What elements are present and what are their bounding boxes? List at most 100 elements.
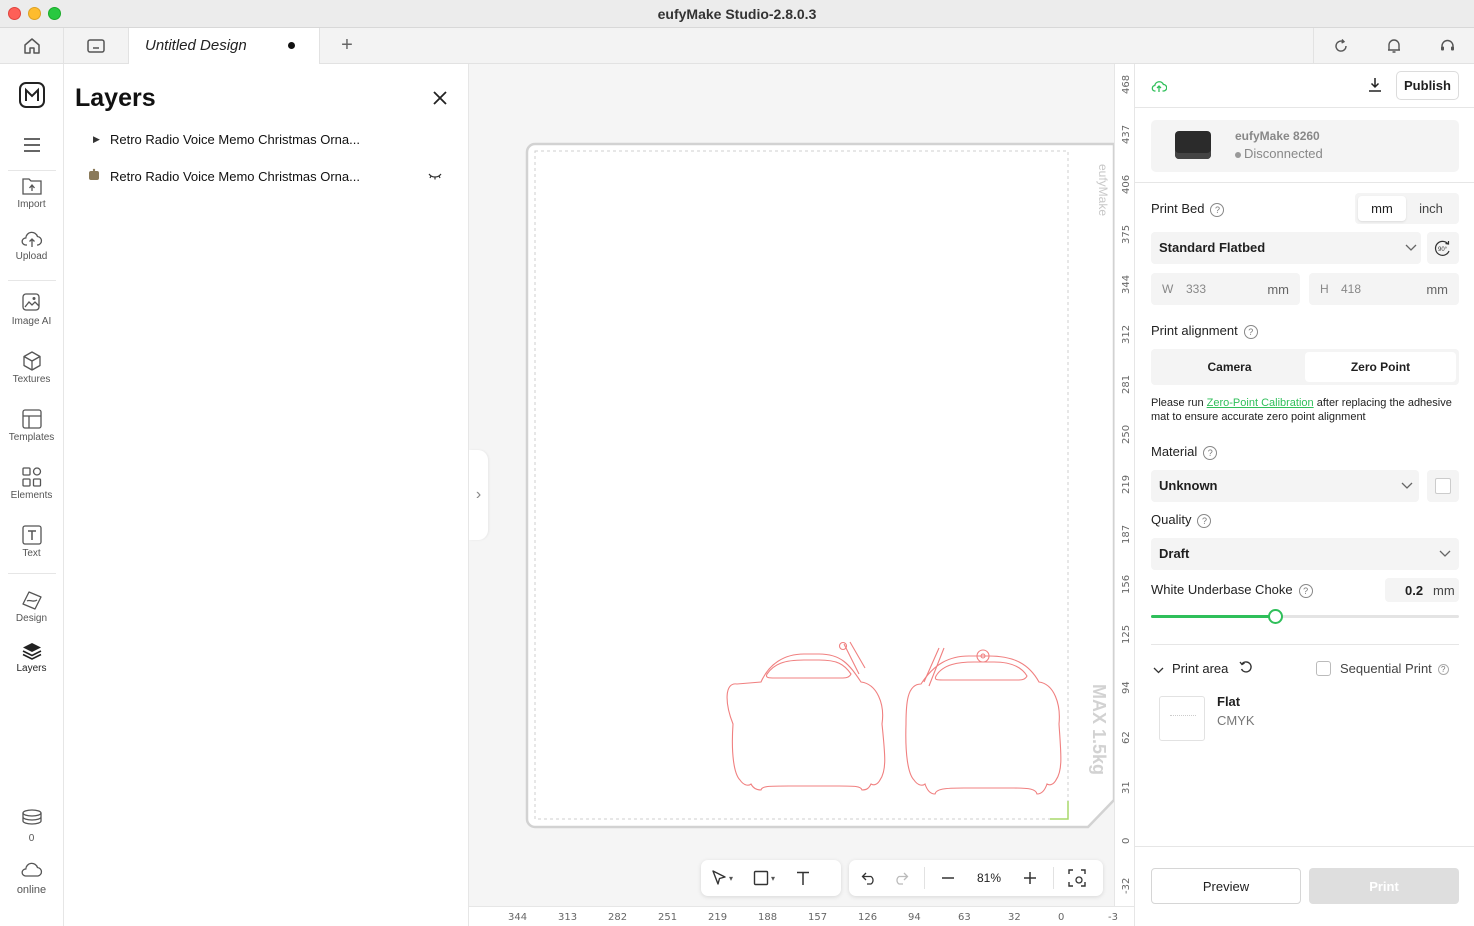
square-icon (753, 870, 769, 886)
publish-button[interactable]: Publish (1396, 71, 1459, 100)
zoom-in-button[interactable] (1014, 862, 1046, 894)
chevron-down-icon[interactable]: ▾ (729, 874, 739, 883)
canvas-area[interactable]: eufyMake MAX 1.5kg ▾ ▾ 81% (469, 64, 1134, 906)
ruler-tick-label: 62 (1121, 731, 1132, 744)
help-icon[interactable]: ? (1243, 324, 1258, 339)
rail-divider (8, 573, 56, 574)
slider-thumb[interactable] (1268, 609, 1284, 624)
ruler-tick-label: 187 (1121, 524, 1132, 544)
print-area-thumbnail[interactable] (1159, 696, 1205, 741)
cloud-sync-button[interactable] (1151, 79, 1168, 96)
app-logo[interactable] (0, 82, 63, 108)
choke-value-field[interactable]: 0.2 mm (1385, 578, 1459, 602)
layer-name: Retro Radio Voice Memo Christmas Orna... (110, 168, 360, 184)
rail-label: Templates (8, 432, 55, 443)
ruler-tick-label: -3 (1108, 912, 1118, 923)
ruler-tick-label: 468 (1121, 74, 1132, 94)
collapse-print-area-button[interactable] (1153, 662, 1164, 677)
bed-height-field[interactable]: H 418 mm (1309, 273, 1459, 305)
printable-area (534, 150, 1069, 820)
text-tool-button[interactable] (787, 862, 819, 894)
help-icon[interactable]: ? (1210, 202, 1225, 217)
support-button[interactable] (1421, 28, 1474, 63)
download-button[interactable] (1367, 77, 1383, 96)
home-button[interactable] (0, 28, 64, 63)
material-color-button[interactable] (1427, 470, 1459, 502)
rail-item-text[interactable]: Text (0, 525, 63, 559)
printer-name: eufyMake 8260 (1235, 129, 1320, 143)
rotate-bed-button[interactable]: 90° (1427, 232, 1459, 264)
choke-slider[interactable] (1151, 609, 1459, 624)
help-icon[interactable]: ? (1197, 513, 1212, 528)
bed-width-field[interactable]: W 333 mm (1151, 273, 1300, 305)
rail-item-textures[interactable]: Textures (0, 351, 63, 385)
plus-icon (1024, 872, 1036, 884)
rail-item-upload[interactable]: Upload (0, 230, 63, 262)
print-button[interactable]: Print (1309, 868, 1459, 904)
print-mode: Flat (1217, 694, 1241, 709)
material-select[interactable]: Unknown (1151, 470, 1419, 502)
rail-item-templates[interactable]: Templates (0, 409, 63, 443)
sync-button[interactable] (1313, 28, 1367, 63)
materials-counter[interactable]: 0 (0, 809, 63, 844)
zoom-level[interactable]: 81% (964, 871, 1014, 885)
layer-row[interactable]: Retro Radio Voice Memo Christmas Orna... (88, 166, 448, 186)
bed-type-value: Standard Flatbed (1159, 240, 1266, 255)
quality-select[interactable]: Draft (1151, 538, 1459, 570)
help-icon[interactable]: ? (1203, 445, 1218, 460)
rail-label: Design (15, 613, 48, 624)
undo-button[interactable] (853, 862, 885, 894)
preview-button[interactable]: Preview (1151, 868, 1301, 904)
rail-item-design[interactable]: Design (0, 590, 63, 624)
tab-untitled-design[interactable]: Untitled Design (128, 28, 320, 64)
rail-item-elements[interactable]: Elements (0, 467, 63, 501)
ruler-tick-label: 157 (808, 912, 828, 923)
redo-icon (896, 872, 909, 885)
menu-button[interactable] (0, 138, 63, 152)
hidden-eye-icon[interactable] (428, 169, 442, 184)
unit-inch-button[interactable]: inch (1406, 196, 1456, 221)
close-layers-button[interactable] (432, 90, 448, 109)
printer-card[interactable]: eufyMake 8260 Disconnected (1151, 120, 1459, 172)
fit-view-button[interactable] (1061, 862, 1093, 894)
devices-button[interactable] (64, 28, 128, 63)
alignment-zero-point-button[interactable]: Zero Point (1305, 352, 1456, 382)
rail-label: Image AI (11, 316, 52, 327)
note-prefix: Please run (1151, 397, 1207, 409)
help-icon[interactable]: ? (1298, 583, 1313, 598)
reset-print-area-button[interactable] (1239, 660, 1254, 678)
chevron-down-icon (1153, 667, 1164, 674)
chevron-down-icon[interactable]: ▾ (771, 874, 781, 883)
divider (1151, 644, 1459, 645)
text-icon (797, 871, 809, 885)
sequential-print-checkbox[interactable] (1316, 661, 1331, 676)
layer-group-row[interactable]: ▶ Retro Radio Voice Memo Christmas Orna.… (88, 129, 448, 149)
vertical-ruler: 468 437 406 375 344 312 281 250 219 187 156 125 94 62… (1114, 64, 1134, 906)
alignment-camera-button[interactable]: Camera (1154, 352, 1305, 382)
minus-icon (942, 877, 954, 879)
chevron-down-icon (1439, 550, 1451, 557)
help-icon[interactable]: ? (1437, 664, 1449, 676)
rail-item-image-ai[interactable]: Image AI (0, 293, 63, 327)
unit-toggle: mm inch (1355, 193, 1459, 224)
rail-item-layers[interactable]: Layers (0, 642, 63, 674)
undo-icon (861, 872, 874, 885)
new-tab-button[interactable]: + (332, 28, 362, 63)
expand-arrow-icon[interactable]: ▶ (88, 134, 110, 145)
zoom-out-button[interactable] (932, 862, 964, 894)
chevron-down-icon (1401, 482, 1413, 489)
unit-mm-button[interactable]: mm (1358, 196, 1406, 221)
unsaved-dot-icon[interactable] (288, 42, 295, 49)
bed-type-select[interactable]: Standard Flatbed (1151, 232, 1421, 264)
home-icon (23, 37, 40, 54)
expand-panel-button[interactable]: › (469, 450, 488, 540)
rail-item-import[interactable]: Import (0, 178, 63, 210)
connection-status[interactable]: online (0, 862, 63, 896)
print-bed-svg: eufyMake MAX 1.5kg (525, 142, 1116, 829)
zero-point-calibration-link[interactable]: Zero-Point Calibration (1207, 397, 1314, 409)
close-icon (433, 91, 447, 105)
notifications-button[interactable] (1367, 28, 1421, 63)
quality-value: Draft (1159, 546, 1190, 561)
print-area-label: Print area (1172, 661, 1229, 676)
redo-button[interactable] (885, 862, 917, 894)
